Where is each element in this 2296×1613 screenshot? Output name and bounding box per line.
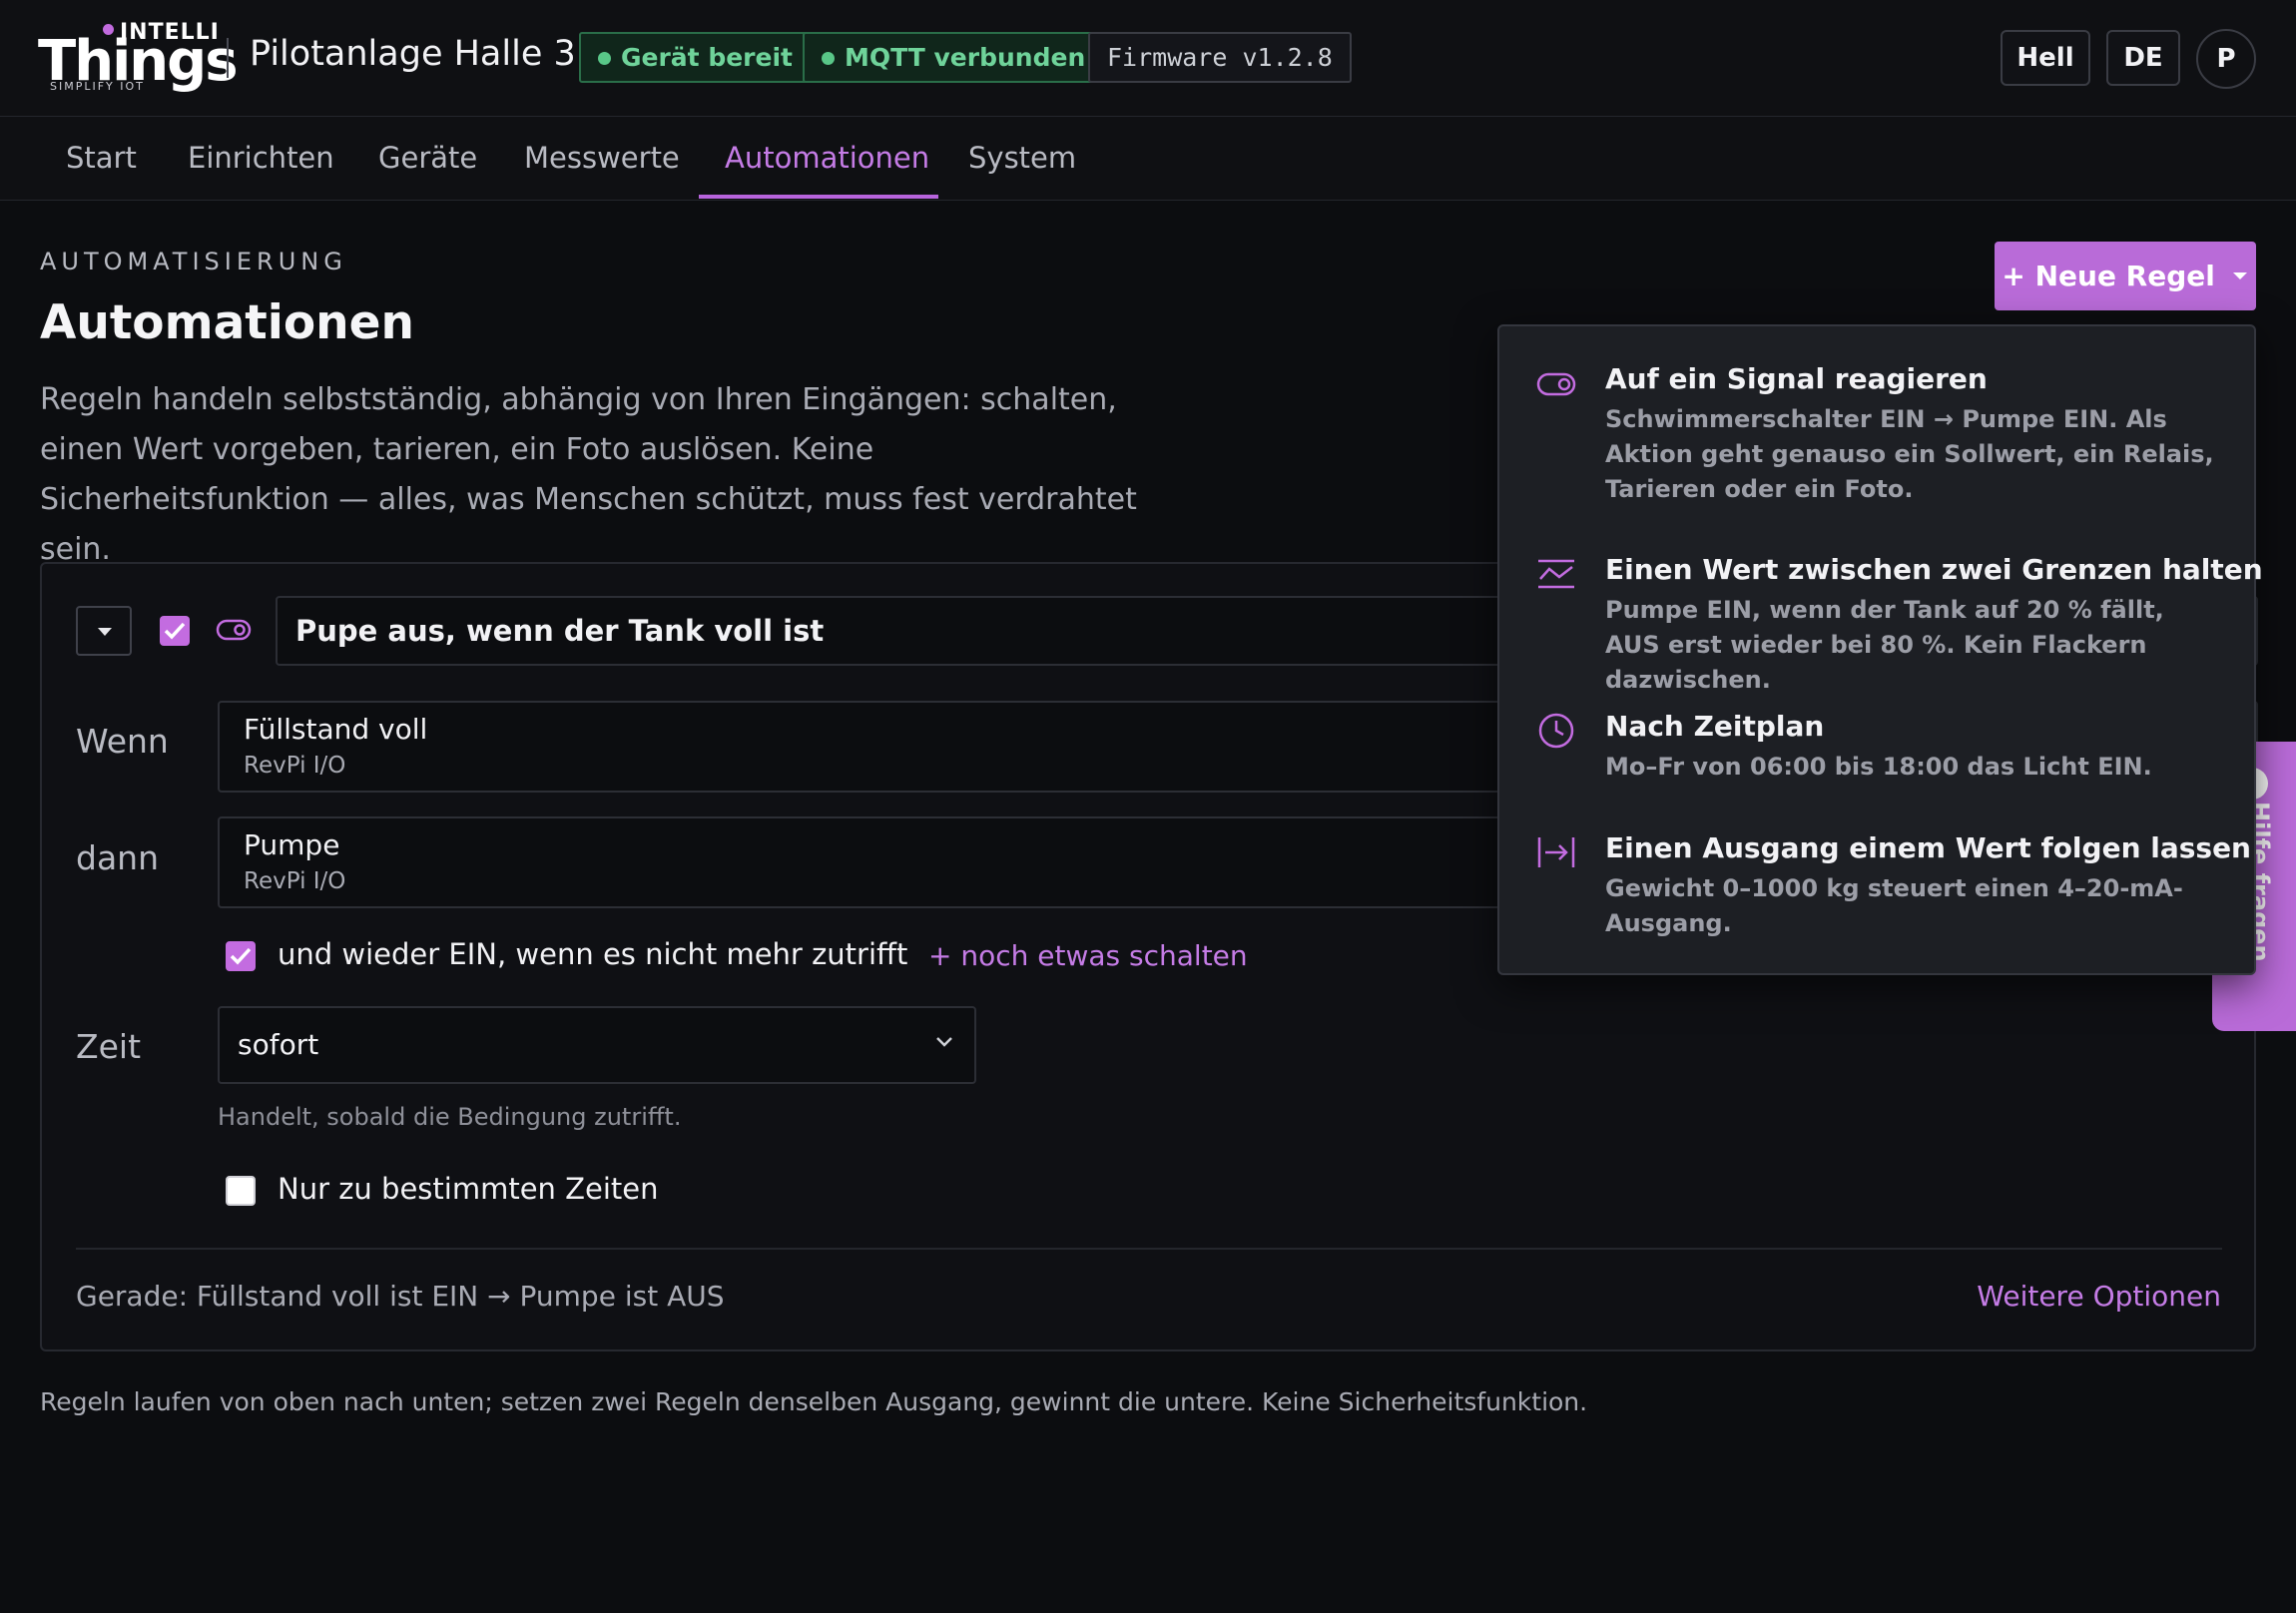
tab-start[interactable]: Start	[66, 141, 137, 175]
tab-system[interactable]: System	[968, 141, 1076, 175]
menu-item-desc: Pumpe EIN, wenn der Tank auf 20 % fällt,…	[1605, 596, 2164, 694]
logo-separator	[227, 38, 229, 78]
menu-item-title: Einen Wert zwischen zwei Grenzen halten	[1605, 553, 2263, 586]
toggle-icon	[216, 619, 252, 641]
menu-item-title: Auf ein Signal reagieren	[1605, 362, 1988, 395]
time-label: Zeit	[76, 1027, 142, 1066]
time-hint: Handelt, sobald die Bedingung zutrifft.	[218, 1103, 682, 1131]
page-eyebrow: AUTOMATISIERUNG	[40, 248, 347, 275]
firmware-badge: Firmware v1.2.8	[1088, 32, 1352, 83]
card-divider	[76, 1248, 2222, 1250]
device-status-badge: Gerät bereit	[579, 32, 812, 83]
rules-footnote: Regeln laufen von oben nach unten; setze…	[40, 1387, 1588, 1416]
revert-checkbox[interactable]	[226, 941, 256, 971]
checkmark-icon	[164, 622, 186, 640]
follow-icon	[1537, 837, 1575, 867]
menu-item-title: Nach Zeitplan	[1605, 710, 1825, 743]
toggle-icon	[1536, 372, 1576, 396]
device-status-dot-icon	[598, 52, 611, 65]
user-avatar[interactable]: P	[2196, 29, 2256, 89]
condition-value: Füllstand voll	[244, 713, 428, 746]
collapse-rule-button[interactable]	[76, 606, 132, 656]
logo-tagline: SIMPLIFY IOT	[50, 80, 145, 93]
revert-option-label: und wieder EIN, wenn es nicht mehr zutri…	[278, 937, 908, 971]
schedule-option-label: Nur zu bestimmten Zeiten	[278, 1172, 659, 1206]
chevron-down-icon	[2232, 272, 2247, 279]
caret-down-icon	[98, 628, 112, 636]
tab-automationen[interactable]: Automationen	[725, 141, 929, 175]
rule-status-line: Gerade: Füllstand voll ist EIN → Pumpe i…	[76, 1280, 725, 1313]
active-tab-indicator	[699, 195, 938, 199]
rule-enabled-checkbox[interactable]	[160, 616, 190, 646]
mqtt-status-text: MQTT verbunden	[845, 43, 1086, 72]
more-options-link[interactable]: Weitere Optionen	[1977, 1280, 2221, 1313]
new-rule-menu: Auf ein Signal reagieren Schwimmerschalt…	[1497, 324, 2263, 975]
action-source: RevPi I/O	[244, 868, 346, 894]
clock-icon	[1538, 713, 1574, 749]
checkmark-icon	[230, 947, 252, 965]
condition-source: RevPi I/O	[244, 753, 346, 779]
menu-item-desc: Schwimmerschalter EIN → Pumpe EIN. Als A…	[1605, 405, 2214, 503]
new-rule-button[interactable]: + Neue Regel	[1995, 242, 2256, 310]
page-title: Automationen	[40, 295, 414, 350]
menu-item-desc: Gewicht 0–1000 kg steuert einen 4–20-mA-…	[1605, 874, 2183, 937]
tab-geraete[interactable]: Geräte	[378, 141, 477, 175]
menu-item-desc: Mo–Fr von 06:00 bis 18:00 das Licht EIN.	[1605, 753, 2152, 781]
tab-messwerte[interactable]: Messwerte	[524, 141, 680, 175]
chevron-down-icon	[936, 1037, 952, 1047]
when-label: Wenn	[76, 722, 169, 761]
mqtt-status-badge: MQTT verbunden	[803, 32, 1105, 83]
theme-toggle-button[interactable]: Hell	[2001, 30, 2090, 86]
add-action-link[interactable]: + noch etwas schalten	[928, 939, 1248, 972]
range-icon	[1538, 559, 1574, 589]
page-lead-text: Regeln handeln selbstständig, abhängig v…	[40, 382, 1137, 567]
mqtt-status-dot-icon	[822, 52, 835, 65]
tab-einrichten[interactable]: Einrichten	[188, 141, 334, 175]
app-header: INTELLI Things SIMPLIFY IOT Pilotanlage …	[0, 0, 2296, 117]
intellithings-logo[interactable]: INTELLI Things SIMPLIFY IOT	[38, 18, 239, 98]
site-title: Pilotanlage Halle 3	[250, 34, 576, 74]
device-status-text: Gerät bereit	[621, 43, 793, 72]
language-button[interactable]: DE	[2106, 30, 2180, 86]
time-select-value: sofort	[238, 1028, 319, 1061]
schedule-checkbox[interactable]	[226, 1176, 256, 1206]
menu-item-title: Einen Ausgang einem Wert folgen lassen	[1605, 831, 2251, 864]
action-value: Pumpe	[244, 828, 340, 861]
main-nav: Start Einrichten Geräte Messwerte Automa…	[0, 117, 2296, 201]
time-select[interactable]: sofort	[218, 1006, 976, 1084]
new-rule-label: + Neue Regel	[2002, 260, 2215, 292]
then-label: dann	[76, 838, 159, 877]
